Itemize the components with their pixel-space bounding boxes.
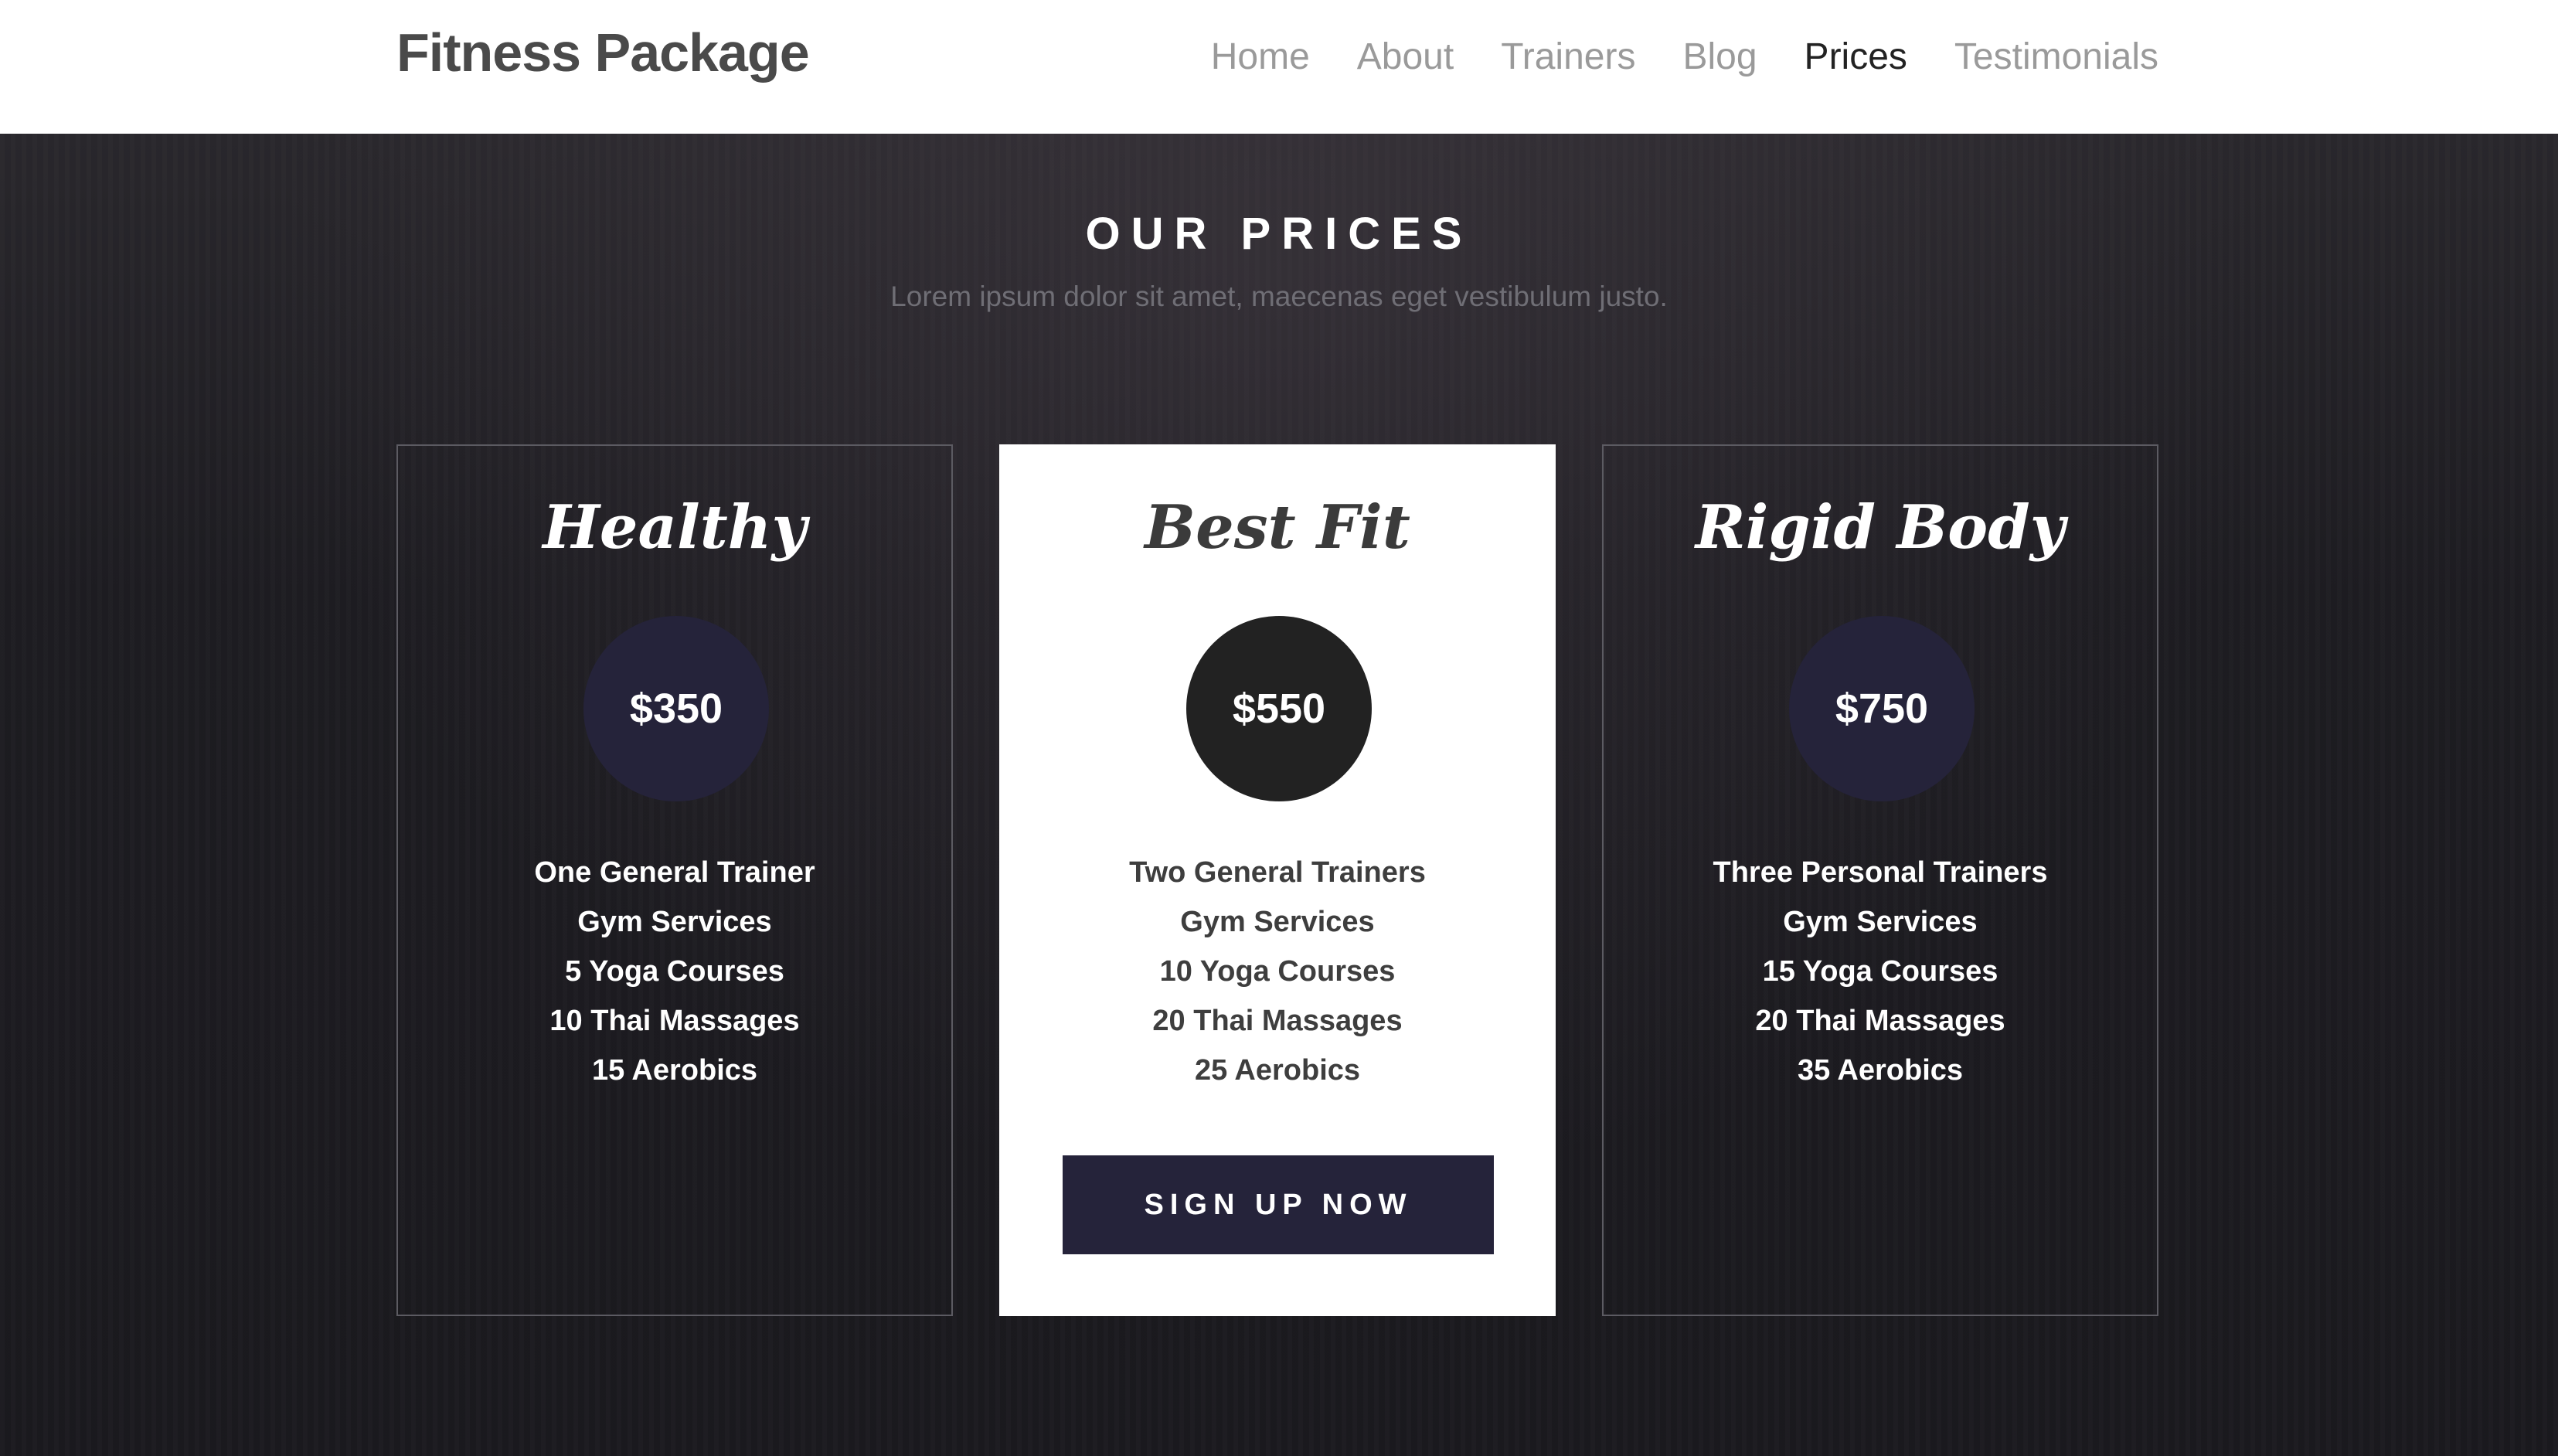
feature-item: Gym Services: [1180, 906, 1375, 938]
feature-item: Gym Services: [1783, 906, 1978, 938]
feature-item: 20 Thai Massages: [1152, 1005, 1403, 1037]
pricing-card-healthy: Healthy $350 One General Trainer Gym Ser…: [396, 444, 953, 1316]
plan-name: Healthy: [543, 492, 807, 563]
nav-blog[interactable]: Blog: [1682, 36, 1757, 78]
feature-item: 25 Aerobics: [1194, 1054, 1361, 1087]
nav-testimonials[interactable]: Testimonials: [1954, 36, 2158, 78]
brand-logo-text[interactable]: Fitness Package: [396, 22, 810, 83]
feature-item: Three Personal Trainers: [1713, 856, 2048, 889]
feature-item: 10 Thai Massages: [549, 1005, 800, 1037]
feature-item: 5 Yoga Courses: [565, 955, 784, 988]
plan-price: $750: [1835, 685, 1929, 732]
nav-prices[interactable]: Prices: [1805, 36, 1907, 78]
plan-price: $350: [629, 685, 723, 732]
sign-up-button[interactable]: SIGN UP NOW: [1063, 1155, 1494, 1254]
section-subtitle: Lorem ipsum dolor sit amet, maecenas ege…: [890, 281, 1668, 312]
feature-list: One General Trainer Gym Services 5 Yoga …: [398, 848, 951, 1095]
price-circle: $350: [583, 616, 769, 801]
pricing-card-rigid-body: Rigid Body $750 Three Personal Trainers …: [1602, 444, 2158, 1316]
pricing-card-best-fit: Best Fit $550 Two General Trainers Gym S…: [999, 444, 1556, 1316]
nav-about[interactable]: About: [1357, 36, 1454, 78]
feature-item: 15 Aerobics: [591, 1054, 758, 1087]
top-header: Fitness Package Home About Trainers Blog…: [0, 0, 2558, 134]
feature-list: Two General Trainers Gym Services 10 Yog…: [1001, 848, 1554, 1095]
feature-item: 35 Aerobics: [1797, 1054, 1964, 1087]
plan-price: $550: [1232, 685, 1326, 732]
prices-section: OUR PRICES Lorem ipsum dolor sit amet, m…: [0, 134, 2558, 1456]
feature-item: One General Trainer: [534, 856, 815, 889]
section-title: OUR PRICES: [1085, 209, 1473, 259]
price-circle: $750: [1789, 616, 1975, 801]
main-nav: Home About Trainers Blog Prices Testimon…: [1211, 36, 2158, 78]
plan-name: Best Fit: [1145, 492, 1410, 563]
feature-item: Two General Trainers: [1129, 856, 1426, 889]
feature-list: Three Personal Trainers Gym Services 15 …: [1604, 848, 2157, 1095]
nav-trainers[interactable]: Trainers: [1501, 36, 1635, 78]
price-circle: $550: [1186, 616, 1372, 801]
feature-item: 15 Yoga Courses: [1762, 955, 1998, 988]
feature-item: 10 Yoga Courses: [1159, 955, 1396, 988]
feature-item: Gym Services: [577, 906, 772, 938]
feature-item: 20 Thai Massages: [1755, 1005, 2005, 1037]
nav-home[interactable]: Home: [1211, 36, 1310, 78]
plan-name: Rigid Body: [1695, 492, 2066, 563]
